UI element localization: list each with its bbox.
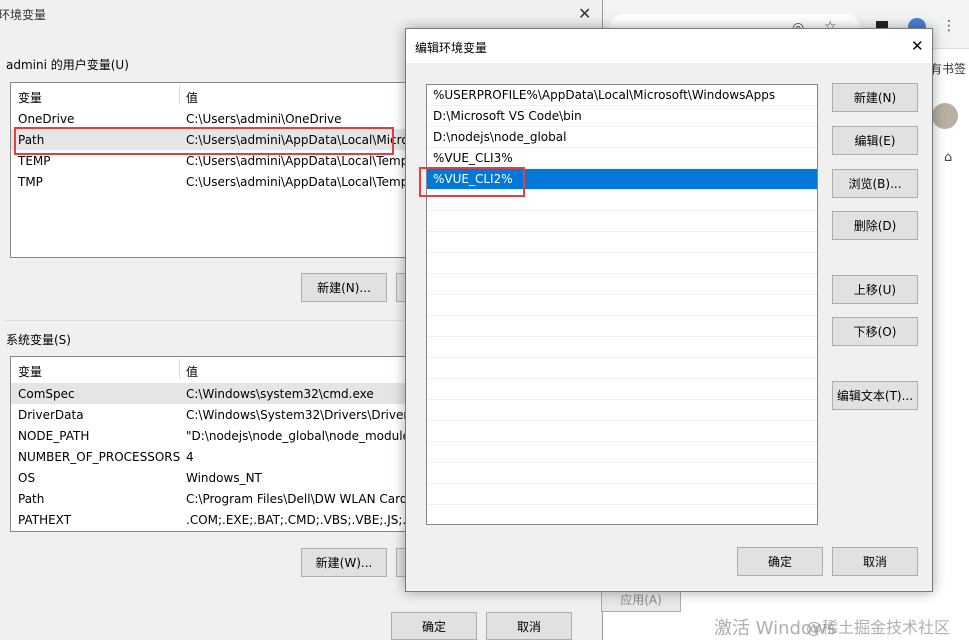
table-row[interactable]: TEMP C:\Users\admini\AppData\Local\Temp: [11, 150, 409, 171]
row-value: C:\Users\admini\AppData\Local\Temp: [186, 174, 409, 189]
column-header-variable[interactable]: 变量: [18, 89, 42, 106]
row-var: OS: [18, 470, 36, 485]
row-var: TEMP: [18, 153, 51, 168]
empty-row[interactable]: [427, 358, 817, 379]
browse-button[interactable]: 浏览(B)...: [832, 169, 918, 198]
dialog-cancel-button[interactable]: 取消: [832, 547, 918, 576]
bookmarks-label[interactable]: 有书签: [930, 60, 966, 77]
empty-row[interactable]: [427, 463, 817, 484]
edit-env-dialog: 编辑环境变量 ✕ %USERPROFILE%\AppData\Local\Mic…: [405, 28, 933, 592]
edit-entry-button[interactable]: 编辑(E): [832, 126, 918, 155]
list-item[interactable]: D:\nodejs\node_global: [427, 127, 817, 148]
env-ok-button[interactable]: 确定: [391, 612, 477, 640]
row-var: NODE_PATH: [18, 428, 90, 443]
env-window-title: 环境变量: [0, 8, 47, 22]
row-var: OneDrive: [18, 111, 75, 126]
sys-vars-label: 系统变量(S): [6, 333, 71, 347]
list-item[interactable]: %USERPROFILE%\AppData\Local\Microsoft\Wi…: [427, 85, 817, 106]
user-new-button[interactable]: 新建(N)...: [301, 273, 387, 302]
move-down-button[interactable]: 下移(O): [832, 317, 918, 346]
row-value: "D:\nodejs\node_global\node_module: [186, 428, 410, 443]
empty-row[interactable]: [427, 421, 817, 442]
column-header-variable[interactable]: 变量: [18, 363, 42, 380]
empty-row[interactable]: [427, 316, 817, 337]
table-row[interactable]: TMP C:\Users\admini\AppData\Local\Temp: [11, 171, 409, 192]
row-var: ComSpec: [18, 386, 75, 401]
empty-row[interactable]: [427, 505, 817, 524]
table-row[interactable]: PATHEXT .COM;.EXE;.BAT;.CMD;.VBS;.VBE;.JS…: [11, 509, 409, 530]
list-item-selected[interactable]: %VUE_CLI2%: [427, 169, 817, 190]
github-icon[interactable]: ⌂: [944, 150, 952, 165]
new-entry-button[interactable]: 新建(N): [832, 83, 918, 112]
row-var: Path: [18, 491, 45, 506]
column-header-value[interactable]: 值: [186, 89, 198, 106]
site-watermark: @稀土掘金技术社区: [806, 618, 951, 637]
row-var: TMP: [18, 174, 43, 189]
table-row-path[interactable]: Path C:\Users\admini\AppData\Local\Micro: [11, 129, 409, 150]
row-value: C:\Program Files\Dell\DW WLAN Card: [186, 491, 408, 506]
empty-row[interactable]: [427, 232, 817, 253]
env-window-close-icon[interactable]: ✕: [578, 4, 591, 23]
empty-row[interactable]: [427, 274, 817, 295]
menu-icon[interactable]: ⋮: [942, 18, 956, 34]
table-row[interactable]: OneDrive C:\Users\admini\OneDrive: [11, 108, 409, 129]
row-var: PATHEXT: [18, 512, 72, 527]
row-value: C:\Users\admini\OneDrive: [186, 111, 342, 126]
dialog-ok-button[interactable]: 确定: [737, 547, 823, 576]
row-value: C:\Users\admini\AppData\Local\Temp: [186, 153, 409, 168]
edit-text-button[interactable]: 编辑文本(T)...: [832, 381, 918, 410]
table-row[interactable]: ComSpec C:\Windows\system32\cmd.exe: [11, 383, 409, 404]
delete-button[interactable]: 删除(D): [832, 211, 918, 240]
empty-row[interactable]: [427, 295, 817, 316]
table-row[interactable]: OS Windows_NT: [11, 467, 409, 488]
empty-row[interactable]: [427, 190, 817, 211]
sys-new-button[interactable]: 新建(W)...: [301, 548, 387, 577]
user-vars-table[interactable]: 变量 值 OneDrive C:\Users\admini\OneDrive Pa…: [10, 82, 410, 258]
row-value: .COM;.EXE;.BAT;.CMD;.VBS;.VBE;.JS;.JSE: [186, 512, 410, 527]
table-row[interactable]: NODE_PATH "D:\nodejs\node_global\node_mod…: [11, 425, 409, 446]
table-row[interactable]: Path C:\Program Files\Dell\DW WLAN Card: [11, 488, 409, 509]
row-var: NUMBER_OF_PROCESSORS: [18, 449, 181, 464]
table-row[interactable]: NUMBER_OF_PROCESSORS 4: [11, 446, 409, 467]
empty-row[interactable]: [427, 400, 817, 421]
header-divider: [179, 359, 180, 379]
env-cancel-button[interactable]: 取消: [486, 612, 572, 640]
row-value: C:\Windows\system32\cmd.exe: [186, 386, 374, 401]
header-divider: [179, 85, 180, 105]
row-value: 4: [186, 449, 194, 464]
table-row[interactable]: DriverData C:\Windows\System32\Drivers\Dr…: [11, 404, 409, 425]
empty-row[interactable]: [427, 442, 817, 463]
move-up-button[interactable]: 上移(U): [832, 275, 918, 304]
empty-row[interactable]: [427, 484, 817, 505]
avatar: [932, 103, 958, 129]
column-header-value[interactable]: 值: [186, 363, 198, 380]
user-vars-label: admini 的用户变量(U): [6, 58, 129, 72]
list-item[interactable]: %VUE_CLI3%: [427, 148, 817, 169]
row-value: Windows_NT: [186, 470, 262, 485]
row-value: C:\Windows\System32\Drivers\DriverD: [186, 407, 410, 422]
row-var: Path: [18, 132, 45, 147]
dialog-close-icon[interactable]: ✕: [911, 37, 924, 55]
path-entries-list[interactable]: %USERPROFILE%\AppData\Local\Microsoft\Wi…: [426, 84, 818, 525]
row-var: DriverData: [18, 407, 84, 422]
sys-vars-table[interactable]: 变量 值 ComSpec C:\Windows\system32\cmd.exe …: [10, 356, 410, 532]
empty-row[interactable]: [427, 337, 817, 358]
empty-row[interactable]: [427, 379, 817, 400]
empty-row[interactable]: [427, 211, 817, 232]
row-value: C:\Users\admini\AppData\Local\Micro: [186, 132, 409, 147]
list-item[interactable]: D:\Microsoft VS Code\bin: [427, 106, 817, 127]
dialog-title: 编辑环境变量: [415, 41, 488, 55]
empty-row[interactable]: [427, 253, 817, 274]
